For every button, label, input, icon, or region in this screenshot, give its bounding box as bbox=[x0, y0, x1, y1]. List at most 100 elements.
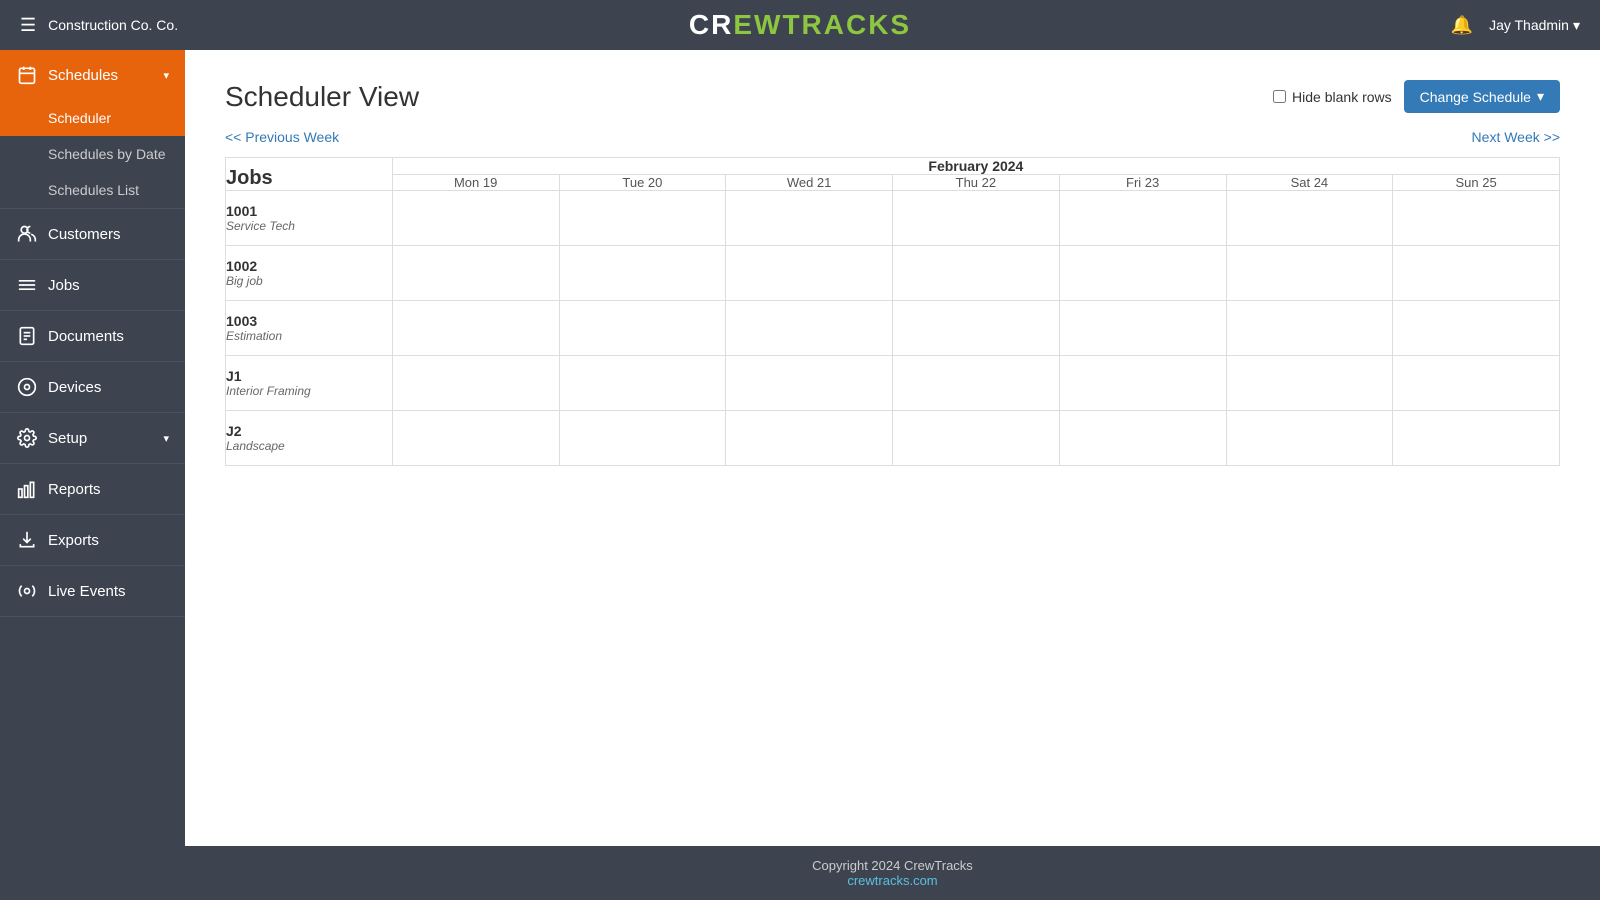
change-schedule-button[interactable]: Change Schedule ▾ bbox=[1404, 80, 1560, 113]
sidebar-sub-scheduler[interactable]: Scheduler bbox=[0, 100, 185, 136]
job-cell[interactable]: 1003Estimation bbox=[226, 301, 393, 356]
week-nav-row: << Previous Week Next Week >> bbox=[225, 129, 1560, 145]
exports-label: Exports bbox=[48, 532, 99, 549]
hide-blank-label[interactable]: Hide blank rows bbox=[1273, 89, 1392, 105]
reports-icon bbox=[16, 478, 38, 500]
job-number: 1002 bbox=[226, 258, 392, 274]
prev-week-link[interactable]: << Previous Week bbox=[225, 129, 339, 145]
sidebar-item-setup[interactable]: Setup ▾ bbox=[0, 413, 185, 463]
schedule-cell[interactable] bbox=[1226, 356, 1393, 411]
top-header: ☰ Construction Co. Co. CREWTRACKS 🔔 Jay … bbox=[0, 0, 1600, 50]
schedule-cell[interactable] bbox=[1393, 301, 1560, 356]
table-row: J1Interior Framing bbox=[226, 356, 1560, 411]
schedule-cell[interactable] bbox=[726, 191, 893, 246]
sidebar-item-documents[interactable]: Documents bbox=[0, 311, 185, 361]
schedule-cell[interactable] bbox=[392, 356, 559, 411]
schedule-cell[interactable] bbox=[893, 301, 1060, 356]
job-desc: Big job bbox=[226, 274, 392, 288]
logo-crew: CR bbox=[689, 9, 733, 40]
sidebar: Schedules ▾ Scheduler Schedules by Date … bbox=[0, 50, 185, 900]
day-header: Fri 23 bbox=[1059, 175, 1226, 191]
schedule-cell[interactable] bbox=[1059, 411, 1226, 466]
change-schedule-chevron-icon: ▾ bbox=[1537, 88, 1544, 105]
schedule-cell[interactable] bbox=[1226, 301, 1393, 356]
schedule-cell[interactable] bbox=[392, 301, 559, 356]
jobs-column-header: Jobs bbox=[226, 158, 393, 191]
schedule-cell[interactable] bbox=[1059, 301, 1226, 356]
sidebar-item-schedules[interactable]: Schedules ▾ bbox=[0, 50, 185, 100]
schedule-cell[interactable] bbox=[893, 191, 1060, 246]
schedule-cell[interactable] bbox=[1059, 246, 1226, 301]
job-number: J2 bbox=[226, 423, 392, 439]
setup-icon bbox=[16, 427, 38, 449]
sidebar-item-exports[interactable]: Exports bbox=[0, 515, 185, 565]
schedule-cell[interactable] bbox=[893, 356, 1060, 411]
schedule-cell[interactable] bbox=[559, 301, 726, 356]
hamburger-icon[interactable]: ☰ bbox=[20, 15, 36, 36]
header-left: ☰ Construction Co. Co. bbox=[20, 15, 178, 36]
footer-copyright: Copyright 2024 CrewTracks bbox=[197, 858, 1588, 873]
schedule-cell[interactable] bbox=[1226, 191, 1393, 246]
day-header: Wed 21 bbox=[726, 175, 893, 191]
jobs-section: Jobs bbox=[0, 260, 185, 311]
schedule-cell[interactable] bbox=[1226, 411, 1393, 466]
schedule-cell[interactable] bbox=[726, 246, 893, 301]
sidebar-sub-schedules-by-date[interactable]: Schedules by Date bbox=[0, 136, 185, 172]
schedule-cell[interactable] bbox=[893, 246, 1060, 301]
job-desc: Service Tech bbox=[226, 219, 392, 233]
header-right: 🔔 Jay Thadmin ▾ bbox=[1451, 15, 1580, 36]
schedule-cell[interactable] bbox=[559, 246, 726, 301]
hide-blank-checkbox[interactable] bbox=[1273, 90, 1286, 103]
job-cell[interactable]: J1Interior Framing bbox=[226, 356, 393, 411]
sidebar-item-live-events[interactable]: Live Events bbox=[0, 566, 185, 616]
table-row: 1002Big job bbox=[226, 246, 1560, 301]
table-row: 1001Service Tech bbox=[226, 191, 1560, 246]
footer-link[interactable]: crewtracks.com bbox=[847, 873, 937, 888]
schedule-cell[interactable] bbox=[1393, 246, 1560, 301]
title-controls: Hide blank rows Change Schedule ▾ bbox=[1273, 80, 1560, 113]
company-name: Construction Co. Co. bbox=[48, 17, 178, 33]
schedule-cell[interactable] bbox=[392, 246, 559, 301]
next-week-link[interactable]: Next Week >> bbox=[1472, 129, 1560, 145]
logo-tracks: EWTRACKS bbox=[733, 9, 911, 40]
footer: Copyright 2024 CrewTracks crewtracks.com bbox=[185, 846, 1600, 900]
job-cell[interactable]: 1001Service Tech bbox=[226, 191, 393, 246]
schedule-cell[interactable] bbox=[1226, 246, 1393, 301]
page-title-row: Scheduler View Hide blank rows Change Sc… bbox=[225, 80, 1560, 113]
devices-label: Devices bbox=[48, 379, 101, 396]
schedule-cell[interactable] bbox=[726, 356, 893, 411]
schedule-cell[interactable] bbox=[893, 411, 1060, 466]
schedule-cell[interactable] bbox=[392, 191, 559, 246]
sidebar-item-devices[interactable]: Devices bbox=[0, 362, 185, 412]
schedules-icon bbox=[16, 64, 38, 86]
sidebar-item-reports[interactable]: Reports bbox=[0, 464, 185, 514]
schedule-cell[interactable] bbox=[559, 356, 726, 411]
sidebar-item-customers[interactable]: Customers bbox=[0, 209, 185, 259]
schedule-cell[interactable] bbox=[1059, 191, 1226, 246]
schedule-cell[interactable] bbox=[392, 411, 559, 466]
schedule-cell[interactable] bbox=[559, 191, 726, 246]
month-header: February 2024 bbox=[392, 158, 1559, 175]
schedule-cell[interactable] bbox=[726, 411, 893, 466]
day-header: Tue 20 bbox=[559, 175, 726, 191]
page-title: Scheduler View bbox=[225, 81, 419, 113]
schedule-cell[interactable] bbox=[1393, 356, 1560, 411]
schedule-cell[interactable] bbox=[559, 411, 726, 466]
schedule-cell[interactable] bbox=[726, 301, 893, 356]
schedule-cell[interactable] bbox=[1393, 411, 1560, 466]
jobs-icon bbox=[16, 274, 38, 296]
user-menu[interactable]: Jay Thadmin ▾ bbox=[1489, 17, 1580, 34]
sidebar-item-jobs[interactable]: Jobs bbox=[0, 260, 185, 310]
job-desc: Interior Framing bbox=[226, 384, 392, 398]
job-cell[interactable]: 1002Big job bbox=[226, 246, 393, 301]
schedule-cell[interactable] bbox=[1059, 356, 1226, 411]
schedule-cell[interactable] bbox=[1393, 191, 1560, 246]
sidebar-sub-schedules-list[interactable]: Schedules List bbox=[0, 172, 185, 208]
logo: CREWTRACKS bbox=[689, 9, 911, 41]
job-cell[interactable]: J2Landscape bbox=[226, 411, 393, 466]
content-inner: Scheduler View Hide blank rows Change Sc… bbox=[185, 50, 1600, 846]
bell-icon[interactable]: 🔔 bbox=[1451, 15, 1473, 36]
devices-section: Devices bbox=[0, 362, 185, 413]
schedules-chevron-icon: ▾ bbox=[163, 69, 169, 82]
jobs-label: Jobs bbox=[48, 277, 80, 294]
